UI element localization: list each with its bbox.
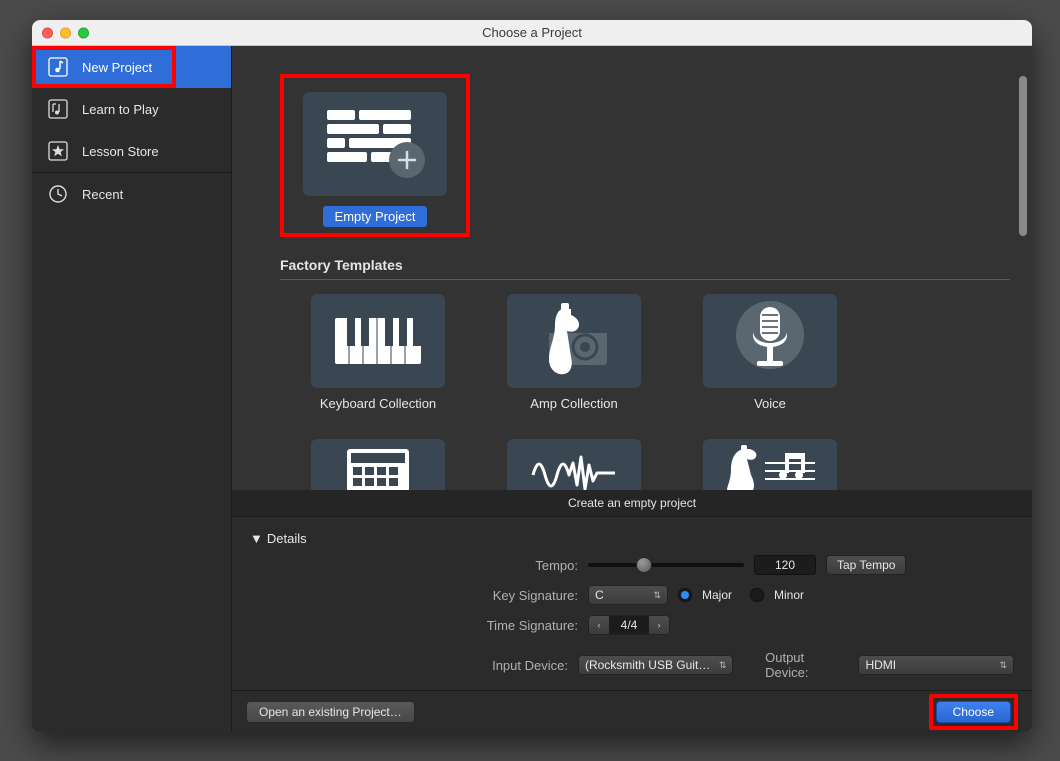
template-partial-1[interactable] [280,439,476,490]
microphone-icon [703,294,837,388]
sidebar-item-recent[interactable]: Recent [32,173,231,215]
time-signature-stepper[interactable]: ‹ 4/4 › [588,615,670,635]
templates-scroll: Empty Project Factory Templates [232,46,1032,490]
description-text: Create an empty project [568,496,696,510]
stepper-up[interactable]: › [649,616,669,634]
tempo-slider-knob[interactable] [636,557,652,573]
sidebar: New Project Learn to Play Lesson Store R [32,46,232,732]
templates-grid: Keyboard Collection [280,294,984,490]
major-radio[interactable] [678,588,692,602]
sidebar-item-learn-to-play[interactable]: Learn to Play [32,88,231,130]
description-bar: Create an empty project [232,490,1032,516]
chevron-updown-icon: ⇅ [719,661,727,670]
details-toggle[interactable]: ▼ Details [250,531,307,546]
sidebar-item-label: Learn to Play [82,102,159,117]
open-existing-project-button[interactable]: Open an existing Project… [246,701,415,723]
window-title: Choose a Project [482,25,582,40]
tutorial-icon [46,97,70,121]
choose-button[interactable]: Choose [936,701,1011,723]
disclosure-triangle-icon: ▼ [250,531,263,546]
details-label: Details [267,531,307,546]
key-signature-label: Key Signature: [250,588,578,603]
music-note-icon [46,55,70,79]
keyboard-icon [311,294,445,388]
close-window-button[interactable] [42,27,53,38]
template-label: Voice [672,396,868,411]
zoom-window-button[interactable] [78,27,89,38]
star-icon [46,139,70,163]
sidebar-item-label: Recent [82,187,123,202]
input-device-value: (Rocksmith USB Guit… [585,658,710,672]
clock-icon [46,182,70,206]
scroll-thumb[interactable] [1019,76,1027,236]
waveform-icon [507,439,641,490]
sidebar-item-lesson-store[interactable]: Lesson Store [32,130,231,172]
tempo-label: Tempo: [250,558,578,573]
template-empty-project[interactable]: Empty Project [290,92,460,227]
sidebar-item-new-project[interactable]: New Project [32,46,231,88]
songwriter-icon [703,439,837,490]
template-label: Amp Collection [476,396,672,411]
chevron-updown-icon: ⇅ [653,591,661,600]
divider [280,279,1010,280]
chevron-updown-icon: ⇅ [999,661,1007,670]
factory-templates-heading: Factory Templates [280,257,984,273]
highlight-choose: Choose [929,694,1018,730]
project-chooser-window: Choose a Project New Project Learn to Pl… [32,20,1032,732]
time-signature-value: 4/4 [609,616,649,634]
template-amp-collection[interactable]: Amp Collection [476,294,672,411]
amp-icon [507,294,641,388]
sidebar-item-label: New Project [82,60,152,75]
drum-machine-icon [311,439,445,490]
major-radio-label: Major [702,588,732,602]
minor-radio[interactable] [750,588,764,602]
empty-project-tile-icon [303,92,447,196]
output-device-value: HDMI [865,658,896,672]
highlight-empty-project: Empty Project [280,74,470,237]
tempo-value-field[interactable]: 120 [754,555,816,575]
output-device-select[interactable]: HDMI ⇅ [858,655,1014,675]
minimize-window-button[interactable] [60,27,71,38]
sidebar-item-label: Lesson Store [82,144,159,159]
template-keyboard-collection[interactable]: Keyboard Collection [280,294,476,411]
input-device-select[interactable]: (Rocksmith USB Guit… ⇅ [578,655,734,675]
scrollbar[interactable] [1018,76,1028,356]
main: Empty Project Factory Templates [232,46,1032,732]
footer: Open an existing Project… Choose [232,690,1032,732]
template-partial-3[interactable] [672,439,868,490]
template-label: Keyboard Collection [280,396,476,411]
time-signature-label: Time Signature: [250,618,578,633]
tempo-slider[interactable] [588,563,744,567]
titlebar: Choose a Project [32,20,1032,46]
input-device-label: Input Device: [250,658,568,673]
minor-radio-label: Minor [774,588,804,602]
key-select-value: C [595,588,604,602]
template-voice[interactable]: Voice [672,294,868,411]
template-partial-2[interactable] [476,439,672,490]
tap-tempo-button[interactable]: Tap Tempo [826,555,906,575]
body: New Project Learn to Play Lesson Store R [32,46,1032,732]
details-panel: ▼ Details Tempo: 120 Tap Tempo Key Signa… [232,516,1032,690]
empty-project-label: Empty Project [323,206,428,227]
key-select[interactable]: C ⇅ [588,585,668,605]
output-device-label: Output Device: [765,650,848,680]
stepper-down[interactable]: ‹ [589,616,609,634]
